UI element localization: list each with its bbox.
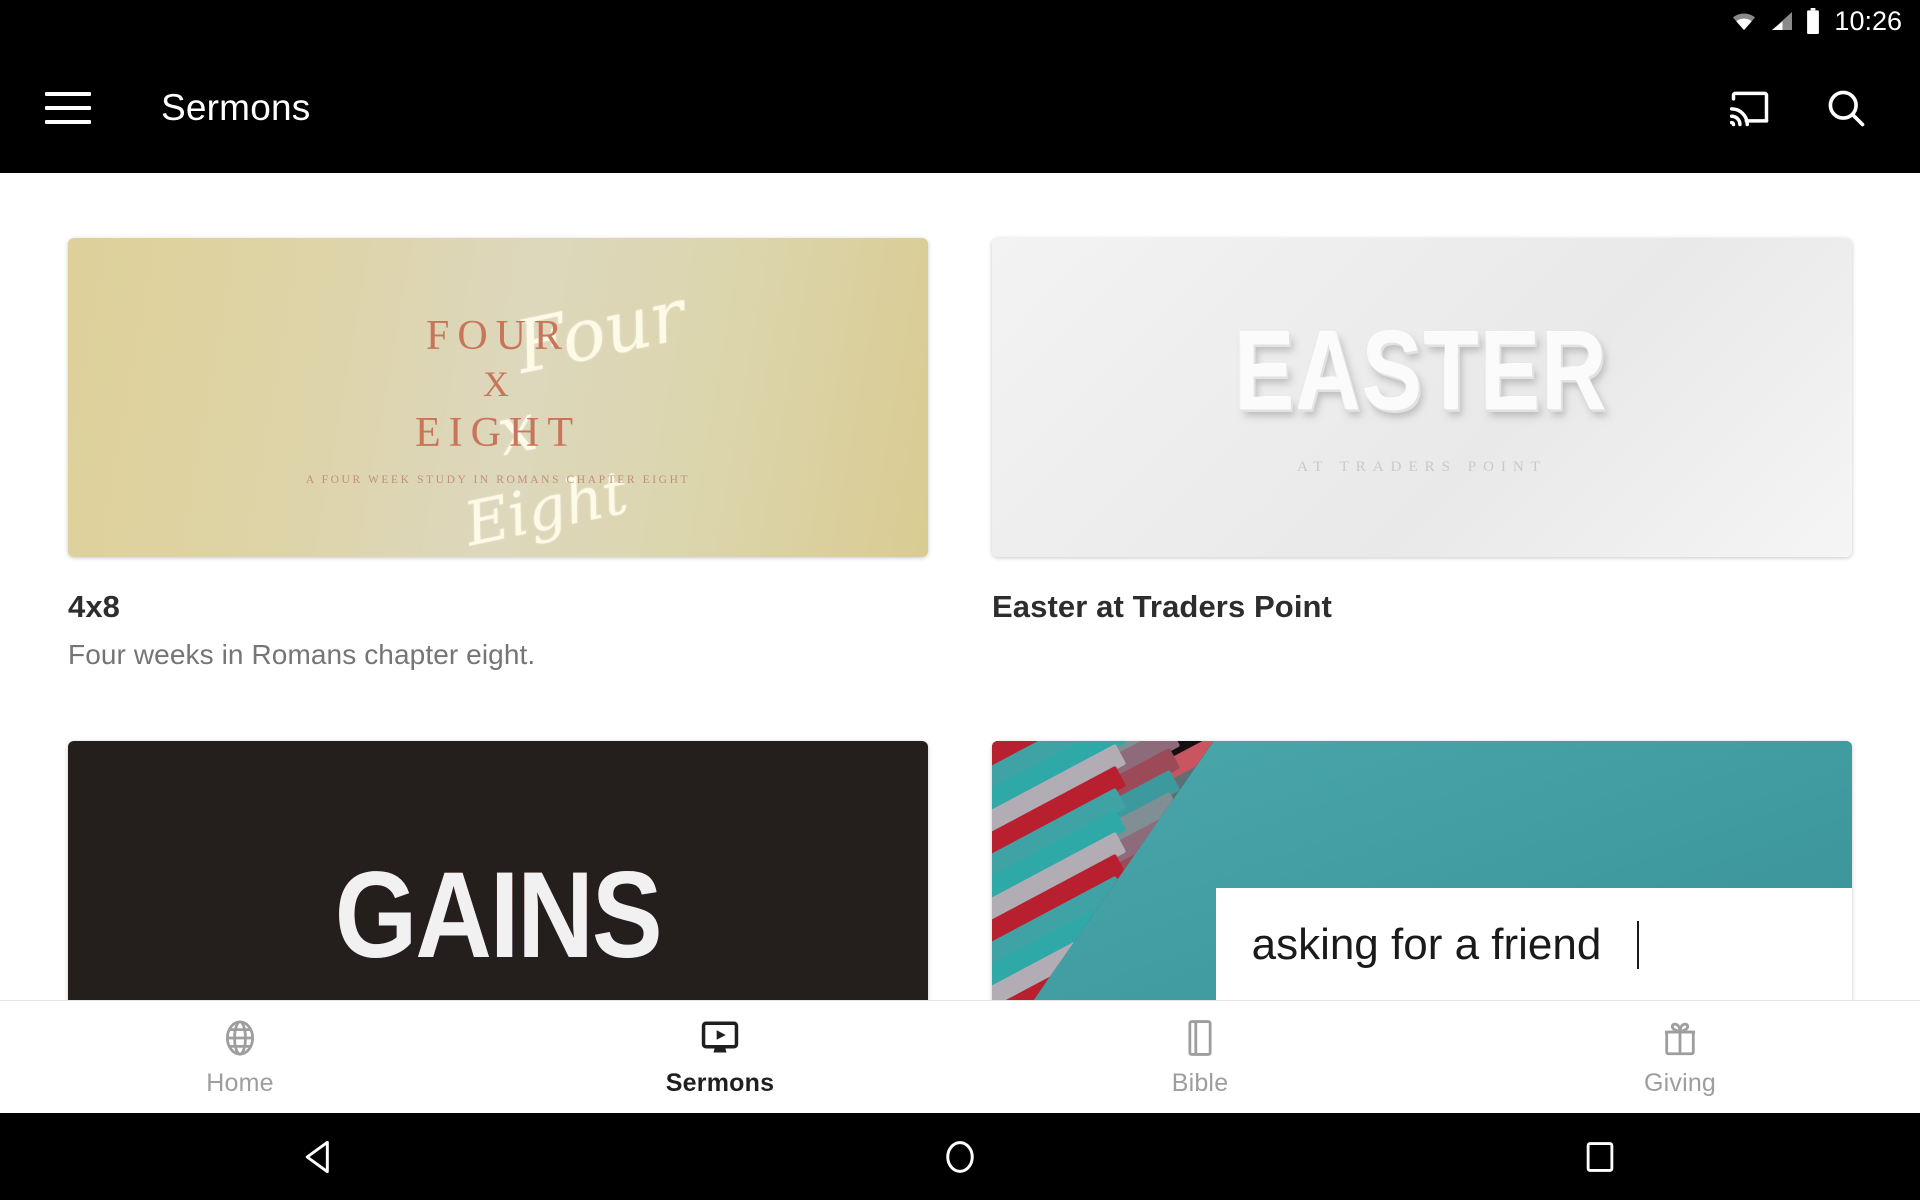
artwork-headline: GAINS — [335, 847, 663, 985]
artwork-text-stack: FOUR X EIGHT A FOUR WEEK STUDY IN ROMANS… — [306, 310, 690, 486]
app-bar: Sermons — [0, 42, 1920, 173]
nav-item-giving[interactable]: Giving — [1440, 1017, 1920, 1098]
status-clock: 10:26 — [1834, 5, 1902, 36]
cellular-signal-icon — [1772, 12, 1793, 30]
series-subtitle: Four weeks in Romans chapter eight. — [68, 639, 536, 670]
cast-icon[interactable] — [1728, 86, 1772, 130]
app-bar-actions — [1728, 86, 1868, 130]
nav-label-giving: Giving — [1643, 1068, 1717, 1097]
series-card-easter[interactable]: EASTER AT TRADERS POINT Easter at Trader… — [992, 238, 1852, 671]
series-card-asking-for-a-friend[interactable]: asking for a friend — [992, 741, 1852, 1000]
nav-label-sermons: Sermons — [665, 1068, 775, 1097]
artwork-line-2: X — [483, 364, 513, 404]
globe-icon — [226, 1020, 254, 1055]
bottom-navigation: Home Sermons Bible Giving — [0, 1000, 1920, 1113]
android-home-button[interactable] — [640, 1136, 1280, 1178]
status-bar: 10:26 — [0, 0, 1920, 42]
page-title: Sermons — [161, 86, 311, 128]
nav-label-bible: Bible — [1171, 1068, 1229, 1097]
series-artwork-easter[interactable]: EASTER AT TRADERS POINT — [992, 238, 1852, 557]
nav-item-home[interactable]: Home — [0, 1017, 480, 1098]
gift-icon — [1664, 1022, 1696, 1055]
series-grid: Four x Eight FOUR X EIGHT A FOUR WEEK ST… — [0, 173, 1920, 1000]
hamburger-menu-icon[interactable] — [45, 91, 91, 124]
book-icon — [1188, 1019, 1212, 1056]
artwork-subline: AT TRADERS POINT — [1297, 458, 1547, 475]
series-artwork-asking-for-a-friend[interactable]: asking for a friend — [992, 741, 1852, 1000]
recents-square-icon — [1586, 1141, 1614, 1172]
text-caret-icon — [1637, 921, 1640, 970]
series-card-gains[interactable]: GAINS GAINS — [68, 741, 928, 1000]
app-root: 10:26 Sermons Four x Eight FOUR X EIGHT … — [0, 0, 1920, 1200]
artwork-headline: EASTER — [1235, 309, 1609, 434]
series-artwork-4x8[interactable]: Four x Eight FOUR X EIGHT A FOUR WEEK ST… — [68, 238, 928, 557]
nav-item-sermons[interactable]: Sermons — [480, 1017, 960, 1098]
artwork-headline: asking for a friend — [1251, 920, 1602, 970]
home-circle-icon — [946, 1140, 974, 1173]
nav-item-bible[interactable]: Bible — [960, 1017, 1440, 1098]
artwork-text-box: asking for a friend — [1215, 887, 1852, 1000]
android-recents-button[interactable] — [1280, 1138, 1920, 1176]
artwork-line-3: EIGHT — [415, 410, 581, 456]
battery-icon — [1807, 8, 1820, 34]
artwork-line-1: FOUR — [425, 312, 571, 359]
android-system-nav — [0, 1113, 1920, 1200]
android-back-button[interactable] — [0, 1135, 640, 1179]
back-triangle-icon — [305, 1140, 329, 1173]
search-icon[interactable] — [1824, 86, 1868, 130]
series-artwork-gains[interactable]: GAINS GAINS — [68, 741, 928, 1000]
tv-play-icon — [701, 1021, 739, 1053]
artwork-text-stack: GAINS GAINS — [335, 847, 663, 984]
sermon-series-list[interactable]: Four x Eight FOUR X EIGHT A FOUR WEEK ST… — [0, 173, 1920, 1000]
artwork-tagline: A FOUR WEEK STUDY IN ROMANS CHAPTER EIGH… — [305, 473, 691, 486]
nav-label-home: Home — [206, 1068, 274, 1097]
wifi-icon — [1733, 13, 1756, 30]
series-card-4x8[interactable]: Four x Eight FOUR X EIGHT A FOUR WEEK ST… — [68, 238, 928, 671]
series-title: Easter at Traders Point — [992, 589, 1332, 624]
series-title: 4x8 — [68, 589, 121, 624]
